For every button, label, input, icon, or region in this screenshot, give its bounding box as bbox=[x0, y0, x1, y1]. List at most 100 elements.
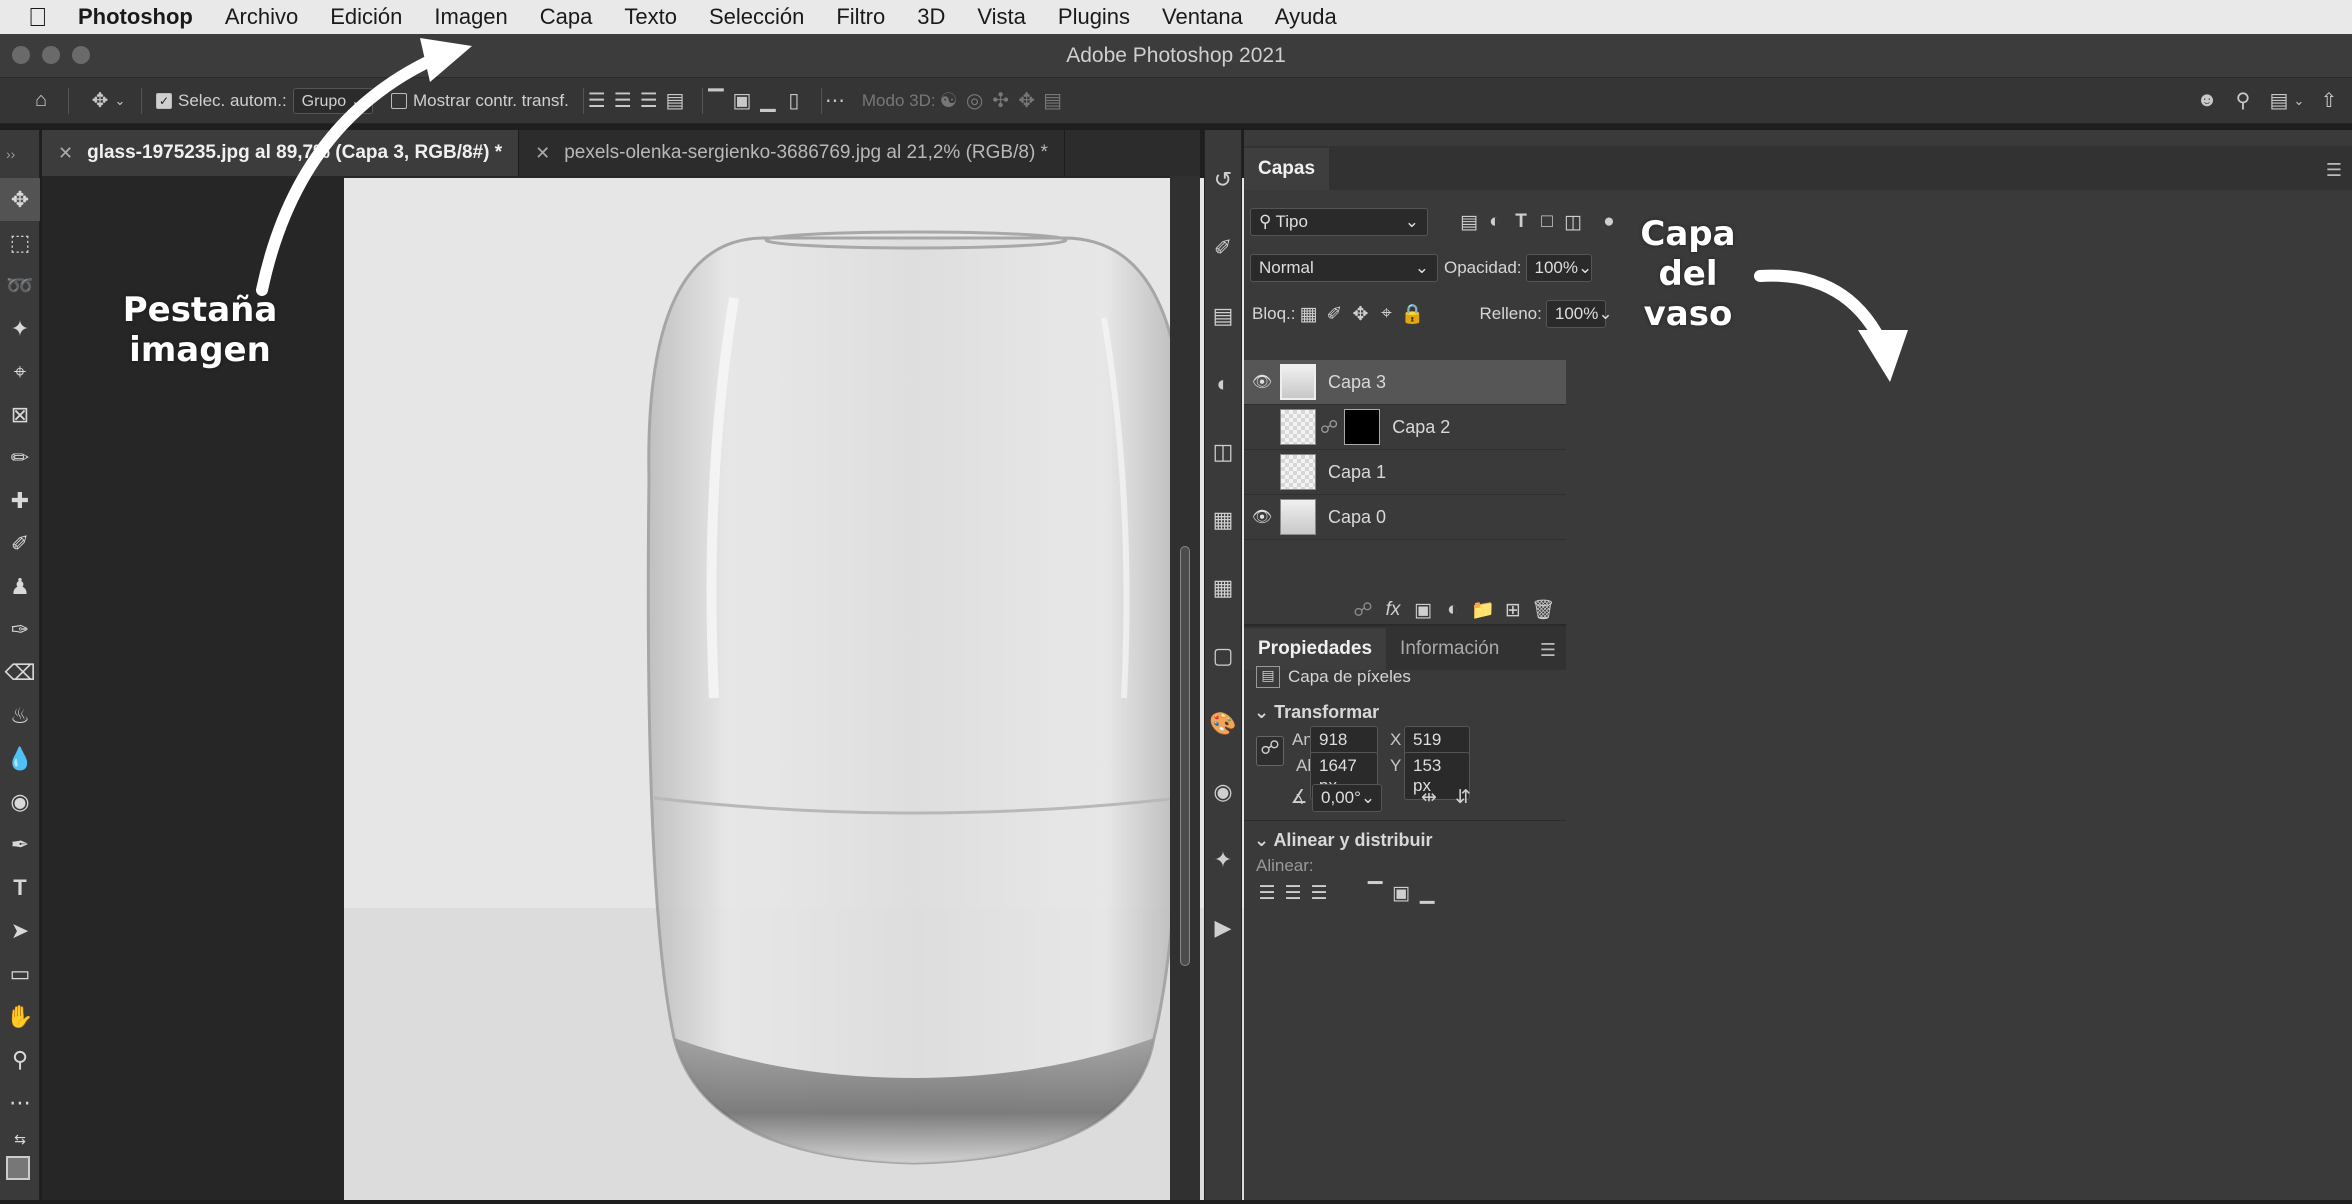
adjustments-icon[interactable]: ◐ bbox=[1205, 362, 1241, 406]
scale-3d-icon[interactable]: ▤ bbox=[1040, 88, 1066, 114]
transform-section-header[interactable]: ⌄ Transformar bbox=[1254, 702, 1379, 723]
share-user-icon[interactable]: ☻ bbox=[2194, 88, 2220, 114]
align-left-edges-icon[interactable]: ☰ bbox=[1254, 882, 1280, 905]
swap-colors-icon[interactable]: ⇆ bbox=[0, 1124, 40, 1154]
auto-select-checkbox[interactable]: ✓ bbox=[156, 92, 172, 109]
menu-filtro[interactable]: Filtro bbox=[836, 4, 885, 30]
visibility-eye-icon[interactable]: 👁 bbox=[1244, 507, 1280, 527]
tables-icon[interactable]: ▦ bbox=[1205, 566, 1241, 610]
more-options-icon[interactable]: ⋯ bbox=[822, 88, 848, 114]
align-middle-icon[interactable]: ▣ bbox=[729, 88, 755, 114]
align-top-edges-icon[interactable]: ▔ bbox=[1362, 882, 1388, 905]
visibility-eye-icon[interactable]: 👁 bbox=[1244, 417, 1280, 437]
marquee-tool-icon[interactable]: ⬚ bbox=[0, 221, 40, 264]
color-swatches[interactable] bbox=[0, 1154, 40, 1204]
distribute-vertical-icon[interactable]: ▯ bbox=[781, 88, 807, 114]
channels-icon[interactable]: ▦ bbox=[1205, 498, 1241, 542]
eyedropper-tool-icon[interactable]: ✏ bbox=[0, 436, 40, 479]
filter-pixel-icon[interactable]: ▤ bbox=[1456, 211, 1482, 234]
flip-vertical-icon[interactable]: ⇵ bbox=[1450, 786, 1476, 809]
chevron-down-icon[interactable]: ⌄ bbox=[113, 88, 127, 114]
menu-seleccion[interactable]: Selección bbox=[709, 4, 804, 30]
adjustment-layer-icon[interactable]: ◐ bbox=[1440, 599, 1466, 621]
history-brush-tool-icon[interactable]: ✑ bbox=[0, 608, 40, 651]
opacity-field[interactable]: 100% ⌄ bbox=[1525, 254, 1592, 282]
panel-menu-icon[interactable]: ☰ bbox=[2326, 160, 2342, 181]
visibility-eye-icon[interactable]: 👁 bbox=[1244, 372, 1280, 392]
fill-field[interactable]: 100% ⌄ bbox=[1545, 300, 1613, 328]
brush-tool-icon[interactable]: ✐ bbox=[0, 522, 40, 565]
glyphs-icon[interactable]: ▤ bbox=[1205, 294, 1241, 338]
auto-select-dropdown[interactable]: Grupo ⌄ bbox=[292, 87, 373, 114]
menu-texto[interactable]: Texto bbox=[624, 4, 677, 30]
pan-3d-icon[interactable]: ✣ bbox=[988, 88, 1014, 114]
orbit-3d-icon[interactable]: ☯ bbox=[936, 88, 962, 114]
tab-capas[interactable]: Capas bbox=[1244, 148, 1330, 190]
delete-layer-icon[interactable]: 🗑 bbox=[1530, 598, 1556, 622]
tab-informacion[interactable]: Información bbox=[1386, 628, 1513, 670]
align-center-icon[interactable]: ☰ bbox=[610, 88, 636, 114]
group-folder-icon[interactable]: 📁 bbox=[1470, 598, 1496, 622]
type-tool-icon[interactable]: T bbox=[0, 866, 40, 909]
apple-icon[interactable]:  bbox=[28, 2, 60, 33]
hand-tool-icon[interactable]: ✋ bbox=[0, 995, 40, 1038]
healing-brush-tool-icon[interactable]: ✚ bbox=[0, 479, 40, 522]
color-icon[interactable]: ◉ bbox=[1205, 770, 1241, 814]
lasso-tool-icon[interactable]: ➿ bbox=[0, 264, 40, 307]
history-icon[interactable]: ↺ bbox=[1205, 158, 1241, 202]
tab-propiedades[interactable]: Propiedades bbox=[1244, 628, 1387, 670]
blend-mode-dropdown[interactable]: Normal ⌄ bbox=[1250, 254, 1438, 282]
quick-selection-tool-icon[interactable]: ✦ bbox=[0, 307, 40, 350]
align-horizontal-centers-icon[interactable]: ☰ bbox=[1280, 882, 1306, 905]
app-menu[interactable]: Photoshop bbox=[78, 4, 193, 30]
menu-ayuda[interactable]: Ayuda bbox=[1275, 4, 1337, 30]
foreground-color-swatch[interactable] bbox=[6, 1156, 30, 1180]
workspace-chevron-icon[interactable]: ⌄ bbox=[2292, 88, 2306, 114]
visibility-eye-icon[interactable]: 👁 bbox=[1244, 462, 1280, 482]
show-transform-checkbox[interactable] bbox=[391, 92, 407, 109]
menu-imagen[interactable]: Imagen bbox=[434, 4, 507, 30]
layer-mask-thumbnail[interactable] bbox=[1344, 409, 1381, 445]
home-icon[interactable]: ⌂ bbox=[28, 88, 54, 114]
blur-tool-icon[interactable]: 💧 bbox=[0, 737, 40, 780]
menu-ventana[interactable]: Ventana bbox=[1162, 4, 1243, 30]
paths-icon[interactable]: ✦ bbox=[1205, 838, 1241, 882]
paint-bucket-tool-icon[interactable]: ♨ bbox=[0, 694, 40, 737]
path-selection-tool-icon[interactable]: ➤ bbox=[0, 909, 40, 952]
close-tab-icon[interactable]: ✕ bbox=[58, 143, 73, 164]
align-vertical-centers-icon[interactable]: ▣ bbox=[1388, 882, 1414, 905]
angle-field[interactable]: 0,00° ⌄ bbox=[1312, 784, 1382, 812]
swatches-icon[interactable]: 🎨 bbox=[1205, 702, 1241, 746]
eraser-tool-icon[interactable]: ⌫ bbox=[0, 651, 40, 694]
menu-plugins[interactable]: Plugins bbox=[1058, 4, 1130, 30]
slide-3d-icon[interactable]: ✥ bbox=[1014, 88, 1040, 114]
align-right-icon[interactable]: ☰ bbox=[636, 88, 662, 114]
distribute-icon[interactable]: ▤ bbox=[662, 88, 688, 114]
filter-smart-object-icon[interactable]: ◫ bbox=[1560, 211, 1586, 234]
crop-tool-icon[interactable]: ⌖ bbox=[0, 350, 40, 393]
layer-row[interactable]: 👁 Capa 0 bbox=[1244, 495, 1566, 540]
flip-horizontal-icon[interactable]: ⇹ bbox=[1416, 786, 1442, 809]
move-tool-icon[interactable]: ✥ bbox=[0, 178, 40, 221]
add-mask-icon[interactable]: ▣ bbox=[1410, 599, 1436, 622]
gradients-icon[interactable]: ▢ bbox=[1205, 634, 1241, 678]
menu-vista[interactable]: Vista bbox=[977, 4, 1026, 30]
close-tab-icon[interactable]: ✕ bbox=[535, 143, 550, 164]
brush-settings-icon[interactable]: ✐ bbox=[1205, 226, 1241, 270]
layer-row[interactable]: 👁 Capa 1 bbox=[1244, 450, 1566, 495]
panel-menu-icon[interactable]: ☰ bbox=[1540, 640, 1556, 661]
zoom-tool-icon[interactable]: ⚲ bbox=[0, 1038, 40, 1081]
align-top-icon[interactable]: ▔ bbox=[703, 88, 729, 114]
menu-capa[interactable]: Capa bbox=[540, 4, 593, 30]
align-left-icon[interactable]: ☰ bbox=[584, 88, 610, 114]
filter-type-icon[interactable]: T bbox=[1508, 211, 1534, 233]
share-icon[interactable]: ⇧ bbox=[2316, 88, 2342, 114]
lock-all-icon[interactable]: 🔒 bbox=[1399, 302, 1425, 326]
lock-position-icon[interactable]: ✥ bbox=[1347, 303, 1373, 326]
align-section-header[interactable]: ⌄ Alinear y distribuir bbox=[1254, 830, 1432, 851]
workspace-icon[interactable]: ▤ bbox=[2266, 88, 2292, 114]
frame-tool-icon[interactable]: ⊠ bbox=[0, 393, 40, 436]
lock-image-icon[interactable]: ✐ bbox=[1321, 303, 1347, 326]
actions-icon[interactable]: ▶ bbox=[1205, 906, 1241, 950]
filter-shape-icon[interactable]: □ bbox=[1534, 211, 1560, 233]
